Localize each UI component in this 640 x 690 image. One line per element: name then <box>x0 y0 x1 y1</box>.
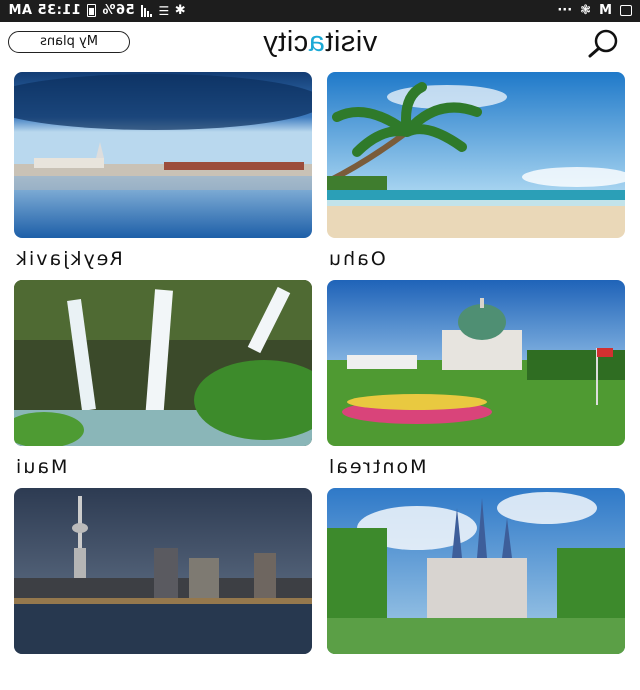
brand-prefix: visit <box>324 26 378 58</box>
city-name: Oahu <box>327 248 386 270</box>
search-icon[interactable] <box>584 28 624 58</box>
brand-accent: a <box>308 26 325 58</box>
battery-text: 56% <box>101 3 135 18</box>
beach-palm-photo <box>327 72 625 238</box>
status-bar: 11:35 AM 56% ☰ ✱ ··· ❃ M <box>0 0 640 22</box>
overflow-icon: ··· <box>557 3 573 18</box>
city-name: Reykjavik <box>14 248 123 270</box>
city-grid: Reykjavik Oahu Maui Montreal <box>0 64 640 654</box>
my-plans-button[interactable]: My plans <box>8 31 130 53</box>
city-name: Maui <box>14 456 68 478</box>
image-icon <box>620 5 632 16</box>
signal-icon <box>140 4 152 17</box>
bluetooth-icon: ✱ <box>174 3 187 18</box>
brand-suffix: city <box>262 26 309 58</box>
waterfall-photo <box>14 280 312 446</box>
brand-logo: visitacity <box>236 24 404 60</box>
city-name <box>327 664 625 690</box>
city-name: Montreal <box>327 456 427 478</box>
city-name <box>14 664 312 690</box>
status-left: 11:35 AM 56% ☰ ✱ <box>8 3 186 18</box>
time-text: 11:35 AM <box>8 3 81 18</box>
app-header: My plans visitacity <box>0 22 640 64</box>
status-right: ··· ❃ M <box>557 3 632 18</box>
battery-icon <box>86 4 96 17</box>
fan-icon: ❃ <box>580 3 592 18</box>
skyline-tower-photo <box>14 488 312 654</box>
castle-photo <box>327 488 625 654</box>
basilica-park-photo <box>327 280 625 446</box>
wifi-icon: ☰ <box>157 3 169 18</box>
lake-town-photo <box>14 72 312 238</box>
mail-icon: M <box>599 3 612 18</box>
